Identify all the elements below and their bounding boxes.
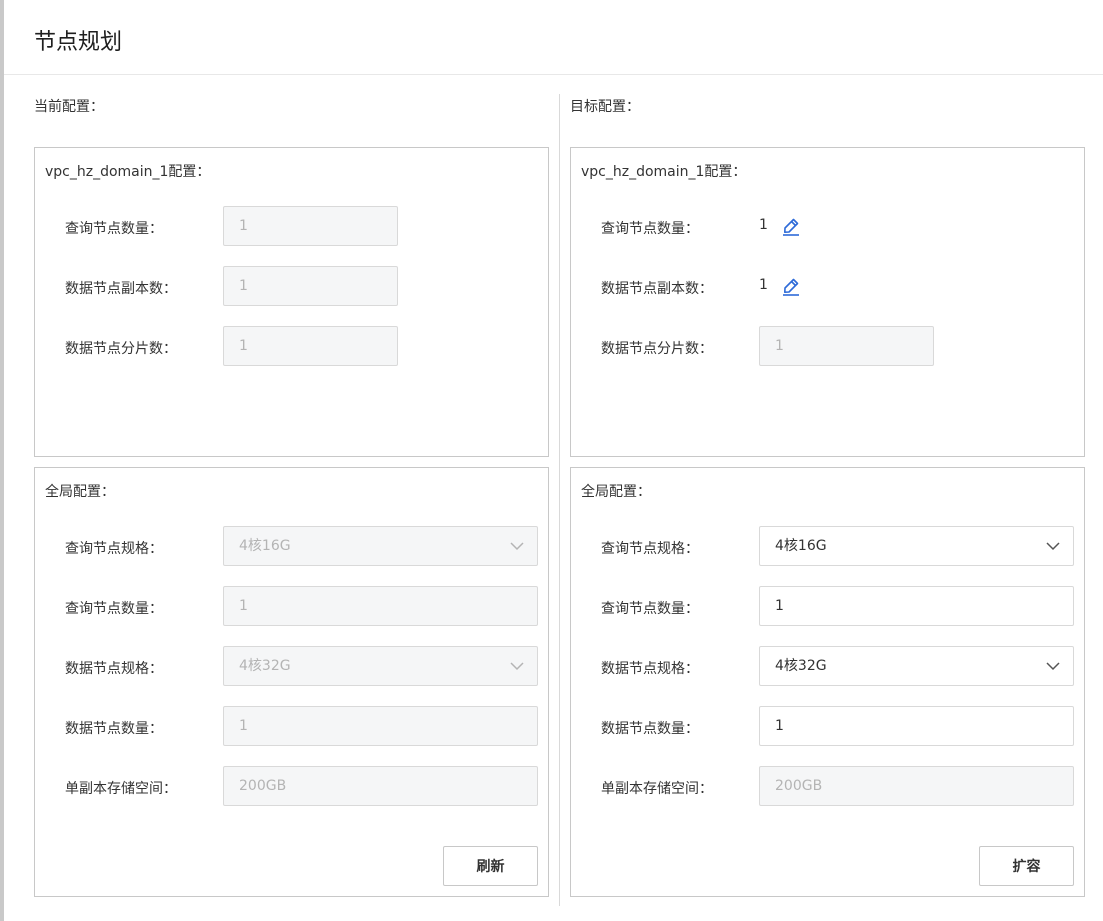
scale-out-button[interactable]: 扩容	[979, 846, 1074, 886]
target-query-count-label: 查询节点数量：	[601, 221, 699, 237]
target-query-count-global-field[interactable]	[759, 586, 1074, 626]
target-data-spec-value: 4核32G	[775, 658, 827, 674]
target-config-title: 目标配置：	[570, 99, 640, 115]
target-replicas-label: 数据节点副本数：	[601, 281, 713, 297]
current-data-count-field	[223, 706, 538, 746]
column-divider	[559, 94, 560, 906]
current-data-count-label: 数据节点数量：	[65, 721, 163, 737]
target-query-spec-label: 查询节点规格：	[601, 541, 699, 557]
chevron-down-icon	[1046, 662, 1060, 671]
current-data-spec-label: 数据节点规格：	[65, 661, 163, 677]
target-replicas-value: 1	[759, 277, 768, 293]
current-domain-title: vpc_hz_domain_1配置：	[45, 164, 211, 180]
current-config-title: 当前配置：	[34, 99, 104, 115]
target-data-count-label: 数据节点数量：	[601, 721, 699, 737]
current-replicas-field	[223, 266, 398, 306]
current-query-spec-select: 4核16G	[223, 526, 538, 566]
current-data-spec-value: 4核32G	[239, 658, 291, 674]
current-domain-panel: vpc_hz_domain_1配置： 查询节点数量： 数据节点副本数： 数据节点…	[34, 147, 549, 457]
current-shards-field	[223, 326, 398, 366]
target-storage-label: 单副本存储空间：	[601, 781, 713, 797]
target-storage-field	[759, 766, 1074, 806]
target-data-spec-label: 数据节点规格：	[601, 661, 699, 677]
current-query-count-label: 查询节点数量：	[65, 221, 163, 237]
target-domain-title: vpc_hz_domain_1配置：	[581, 164, 747, 180]
dialog-title: 节点规划	[34, 30, 123, 55]
target-global-title: 全局配置：	[581, 484, 651, 500]
chevron-down-icon	[510, 542, 524, 551]
current-storage-field	[223, 766, 538, 806]
current-query-spec-value: 4核16G	[239, 538, 291, 554]
current-replicas-label: 数据节点副本数：	[65, 281, 177, 297]
refresh-button[interactable]: 刷新	[443, 846, 538, 886]
target-data-count-field[interactable]	[759, 706, 1074, 746]
chevron-down-icon	[510, 662, 524, 671]
current-global-title: 全局配置：	[45, 484, 115, 500]
target-global-panel: 全局配置： 查询节点规格： 4核16G 查询节点数量： 数据节点规格： 4核32…	[570, 467, 1085, 897]
target-query-count-global-label: 查询节点数量：	[601, 601, 699, 617]
target-data-spec-select[interactable]: 4核32G	[759, 646, 1074, 686]
current-global-panel: 全局配置： 查询节点规格： 4核16G 查询节点数量： 数据节点规格： 4核32…	[34, 467, 549, 897]
target-shards-field	[759, 326, 934, 366]
chevron-down-icon	[1046, 542, 1060, 551]
target-query-spec-select[interactable]: 4核16G	[759, 526, 1074, 566]
node-planning-dialog: 节点规划 当前配置： vpc_hz_domain_1配置： 查询节点数量： 数据…	[4, 0, 1103, 921]
current-shards-label: 数据节点分片数：	[65, 341, 177, 357]
current-query-spec-label: 查询节点规格：	[65, 541, 163, 557]
current-query-count-global-field	[223, 586, 538, 626]
target-query-count-value: 1	[759, 217, 768, 233]
current-data-spec-select: 4核32G	[223, 646, 538, 686]
target-domain-panel: vpc_hz_domain_1配置： 查询节点数量： 1 数据节点副本数： 1 …	[570, 147, 1085, 457]
target-query-spec-value: 4核16G	[775, 538, 827, 554]
header-divider	[4, 74, 1103, 75]
current-query-count-field	[223, 206, 398, 246]
current-query-count-global-label: 查询节点数量：	[65, 601, 163, 617]
edit-icon[interactable]	[781, 276, 801, 296]
current-storage-label: 单副本存储空间：	[65, 781, 177, 797]
target-shards-label: 数据节点分片数：	[601, 341, 713, 357]
edit-icon[interactable]	[781, 216, 801, 236]
